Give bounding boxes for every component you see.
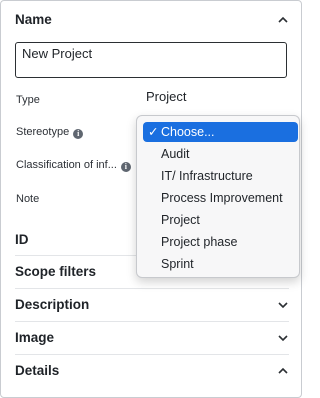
classification-label: Classification of inf... i <box>16 157 131 173</box>
option-label: Choose... <box>161 125 215 139</box>
name-field[interactable]: New Project <box>15 42 287 78</box>
type-value: Project <box>146 89 187 104</box>
section-title: Image <box>15 330 55 345</box>
note-label: Note <box>16 193 40 205</box>
classification-label-text: Classification of inf... <box>16 159 117 171</box>
section-details-header[interactable]: Details <box>15 361 289 381</box>
section-description-header[interactable]: Description <box>15 295 289 315</box>
dropdown-option-sprint[interactable]: Sprint <box>143 254 298 274</box>
dropdown-option-process-improvement[interactable]: Process Improvement <box>143 188 298 208</box>
type-label: Type <box>16 94 40 106</box>
section-title: Scope filters <box>15 264 97 279</box>
info-icon[interactable]: i <box>73 129 84 139</box>
divider <box>15 288 289 289</box>
divider <box>15 354 289 355</box>
dropdown-option-choose[interactable]: ✓ Choose... <box>143 122 298 142</box>
dropdown-option-project-phase[interactable]: Project phase <box>143 232 298 252</box>
chevron-down-icon[interactable] <box>277 299 289 311</box>
section-title: Details <box>15 363 60 378</box>
chevron-up-icon[interactable] <box>277 365 289 377</box>
stereotype-label: Stereotype i <box>16 124 84 140</box>
divider <box>15 321 289 322</box>
section-image-header[interactable]: Image <box>15 328 289 348</box>
section-name-header[interactable]: Name <box>15 10 289 30</box>
section-title: Name <box>15 12 52 27</box>
checkmark-icon: ✓ <box>148 125 159 139</box>
chevron-down-icon[interactable] <box>277 332 289 344</box>
dropdown-option-audit[interactable]: Audit <box>143 144 298 164</box>
section-title: Description <box>15 297 90 312</box>
stereotype-label-text: Stereotype <box>16 126 70 138</box>
chevron-up-icon[interactable] <box>277 14 289 26</box>
info-icon[interactable]: i <box>120 162 131 172</box>
section-title: ID <box>15 232 29 247</box>
dropdown-option-project[interactable]: Project <box>143 210 298 230</box>
stereotype-dropdown-menu: ✓ Choose... Audit IT/ Infrastructure Proc… <box>136 115 300 278</box>
dropdown-option-it-infrastructure[interactable]: IT/ Infrastructure <box>143 166 298 186</box>
